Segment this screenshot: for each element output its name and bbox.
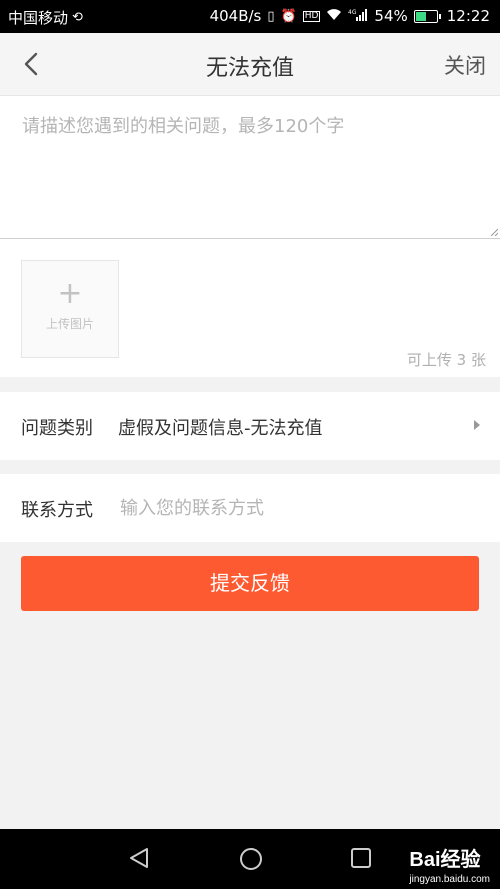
carrier-name: 中国移动 [8, 9, 69, 27]
header: 无法充值 关闭 [0, 33, 500, 96]
contact-input[interactable] [118, 492, 482, 524]
contact-row: 联系方式 [0, 474, 500, 542]
close-button[interactable]: 关闭 [444, 50, 486, 80]
plus-icon: + [57, 276, 83, 311]
back-triangle-icon[interactable] [128, 847, 150, 869]
hd-icon: HD [302, 10, 321, 22]
description-section [0, 96, 500, 239]
upload-section: + 上传图片 可上传 3 张 [0, 239, 500, 377]
description-input[interactable] [0, 96, 500, 238]
system-navigation-bar: Bai经验 jingyan.baidu.com [0, 829, 500, 889]
page-title: 无法充值 [205, 56, 294, 81]
svg-text:4G: 4G [348, 9, 357, 16]
network-speed: 404B/s [209, 7, 262, 25]
resize-grip-icon[interactable] [490, 228, 498, 236]
recent-apps-square-icon[interactable] [350, 847, 372, 869]
signal-icon: 4G [348, 8, 368, 24]
home-circle-icon[interactable] [239, 847, 263, 871]
category-row[interactable]: 问题类别 虚假及问题信息-无法充值 [0, 392, 500, 460]
sync-icon: ⟲ [72, 10, 83, 25]
watermark-url: jingyan.baidu.com [409, 874, 490, 885]
category-label: 问题类别 [21, 418, 93, 439]
category-value: 虚假及问题信息-无法充值 [118, 418, 323, 439]
battery-icon [413, 9, 441, 23]
baidu-watermark: Bai经验 jingyan.baidu.com [409, 843, 490, 885]
clock: 12:22 [446, 7, 490, 25]
chevron-right-icon [474, 420, 480, 430]
contact-label: 联系方式 [21, 500, 93, 521]
status-bar: 中国移动 ⟲ 404B/s ▯ ⏰ HD 4G 54% 12:22 [0, 0, 500, 33]
watermark-brand: Bai经验 [409, 849, 481, 871]
vibrate-icon: ▯ [267, 8, 275, 24]
upload-image-button[interactable]: + 上传图片 [21, 260, 119, 358]
alarm-icon: ⏰ [280, 8, 297, 24]
submit-button[interactable]: 提交反馈 [21, 556, 479, 611]
battery-percent: 54% [374, 7, 408, 25]
wifi-icon [326, 8, 342, 24]
upload-hint: 可上传 3 张 [406, 351, 486, 369]
upload-label: 上传图片 [45, 317, 94, 331]
